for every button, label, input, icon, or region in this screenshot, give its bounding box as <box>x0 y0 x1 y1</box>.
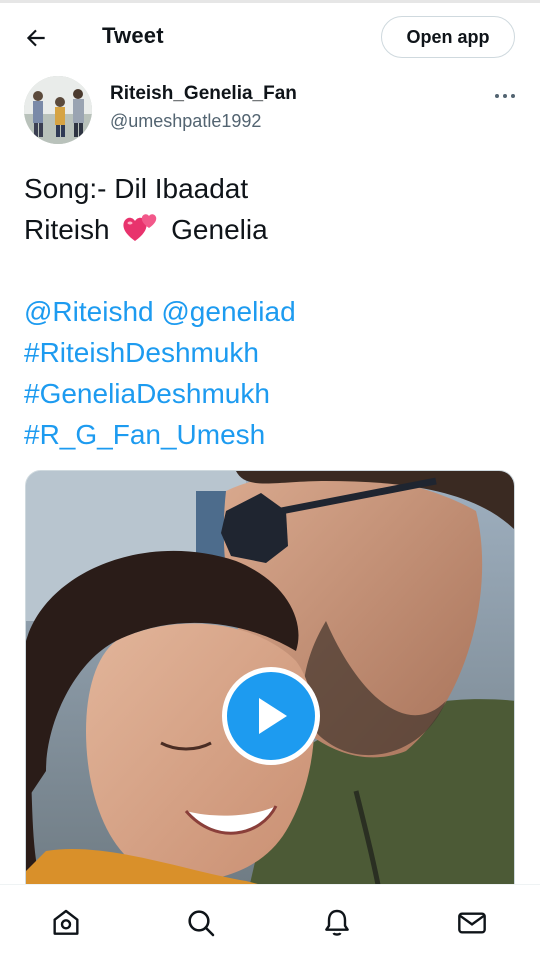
hashtag-link[interactable]: #RiteishDeshmukh <box>24 337 259 368</box>
nav-messages[interactable] <box>452 903 492 943</box>
back-arrow-icon <box>26 29 45 47</box>
mention-link[interactable]: @Riteishd <box>24 296 154 327</box>
back-button[interactable] <box>18 20 54 56</box>
nav-home[interactable] <box>46 903 86 943</box>
revolving-hearts-emoji-icon <box>123 214 157 241</box>
tweet-line-song: Song:- Dil Ibaadat <box>24 173 249 204</box>
hashtag-link[interactable]: #R_G_Fan_Umesh <box>24 419 265 450</box>
tweet-hashtag-line: #GeneliaDeshmukh <box>24 373 520 414</box>
nav-notifications[interactable] <box>317 903 357 943</box>
video-media[interactable] <box>25 470 515 900</box>
tweet-line-names: Riteish Genelia <box>24 209 520 250</box>
play-icon <box>259 698 287 734</box>
tweet-name-riteish: Riteish <box>24 214 110 245</box>
tweet-text: Song:- Dil Ibaadat Riteish Genelia @Rite… <box>24 168 520 455</box>
tweet-author: Riteish_Genelia_Fan @umeshpatle1992 <box>24 76 524 146</box>
more-dots-icon <box>495 94 499 98</box>
top-header: Tweet Open app <box>0 3 540 69</box>
author-handle[interactable]: @umeshpatle1992 <box>110 111 261 132</box>
notifications-bell-icon <box>325 909 349 936</box>
page-title: Tweet <box>102 23 164 48</box>
avatar[interactable] <box>24 76 92 144</box>
tweet-mentions: @Riteishd @geneliad <box>24 291 520 332</box>
mention-link[interactable]: @geneliad <box>161 296 295 327</box>
bottom-navigation <box>0 884 540 961</box>
home-icon <box>53 909 79 935</box>
author-display-name[interactable]: Riteish_Genelia_Fan <box>110 83 297 105</box>
nav-search[interactable] <box>181 903 221 943</box>
play-button[interactable] <box>222 667 320 765</box>
avatar-photo <box>24 76 92 144</box>
more-options-button[interactable] <box>490 84 520 108</box>
tweet-hashtag-line: #RiteishDeshmukh <box>24 332 520 373</box>
tweet-hashtag-line: #R_G_Fan_Umesh <box>24 414 520 455</box>
open-app-button[interactable]: Open app <box>381 16 515 58</box>
tweet-name-genelia: Genelia <box>171 214 268 245</box>
hashtag-link[interactable]: #GeneliaDeshmukh <box>24 378 270 409</box>
search-icon <box>188 910 215 937</box>
messages-envelope-icon <box>458 912 486 934</box>
